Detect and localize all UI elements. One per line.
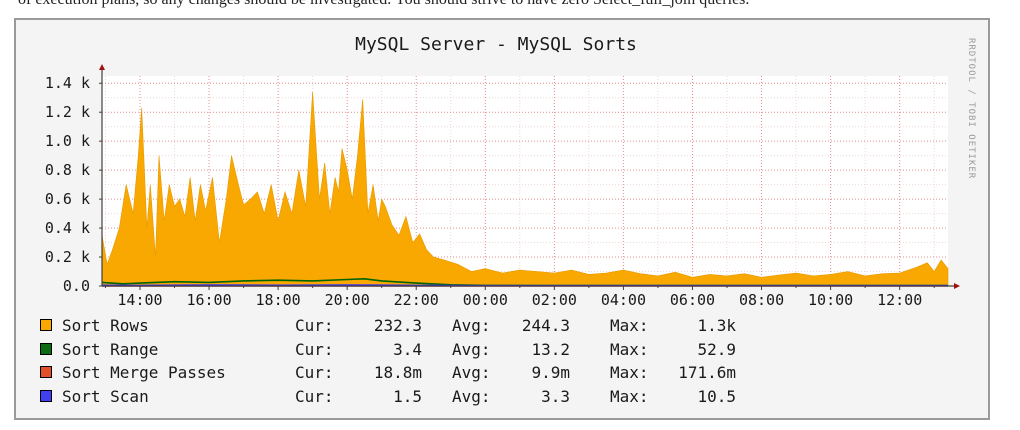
page-body-text: of execution plans, so any changes shoul… (18, 0, 1008, 9)
legend-max-val: 171.6m (678, 363, 736, 382)
legend-name: Sort Scan (62, 386, 149, 406)
y-tick-label: 0.6 k (45, 190, 90, 208)
x-tick-label: 06:00 (670, 291, 715, 309)
legend-max-val: 1.3k (697, 316, 736, 335)
legend-avg-val: 13.2 (531, 339, 570, 359)
chart-frame: MySQL Server - MySQL Sorts RRDTOOL / TOB… (14, 18, 990, 420)
y-tick-label: 0.0 (63, 277, 90, 295)
legend-name: Sort Rows (62, 316, 149, 335)
legend-swatch (40, 366, 52, 378)
legend-max-val: 52.9 (697, 339, 736, 359)
legend-max-val: 10.5 (697, 386, 736, 406)
x-tick-label: 20:00 (325, 291, 370, 309)
chart-plot: 14:00 16:00 18:00 20:00 22:00 00:00 02:00 04:00… (45, 64, 960, 309)
legend-cur-val: 18.8m (373, 363, 422, 382)
legend-swatch (40, 319, 52, 331)
legend-max-label: Max: (610, 363, 649, 382)
y-tick-label: 0.4 k (45, 219, 90, 237)
x-tick-label: 08:00 (739, 291, 784, 309)
x-tick-label: 18:00 (256, 291, 301, 309)
legend-avg-val: 244.3 (521, 316, 570, 335)
y-tick-label: 1.4 k (45, 74, 90, 92)
x-tick-label: 10:00 (808, 291, 853, 309)
legend-max-label: Max: (610, 316, 649, 335)
x-tick-label: 12:00 (877, 291, 922, 309)
legend-avg-label: Avg: (452, 363, 491, 382)
x-axis-arrow (954, 283, 960, 289)
legend-cur-label: Cur: (295, 386, 334, 406)
legend-max-label: Max: (610, 386, 649, 406)
legend-swatch (40, 389, 52, 402)
legend-max-label: Max: (610, 339, 649, 359)
x-tick-label: 04:00 (601, 291, 646, 309)
legend-avg-label: Avg: (452, 316, 491, 335)
legend-cur-label: Cur: (295, 316, 334, 335)
legend-avg-val: 9.9m (531, 363, 570, 382)
x-tick-label: 16:00 (186, 291, 231, 309)
legend-swatch (40, 342, 52, 355)
y-tick-label: 0.2 k (45, 248, 90, 266)
x-tick-label: 22:00 (394, 291, 439, 309)
legend-avg-label: Avg: (452, 339, 491, 359)
legend-cur-val: 232.3 (373, 316, 422, 335)
x-tick-label: 02:00 (532, 291, 577, 309)
y-axis-arrow (99, 64, 105, 70)
legend-cur-label: Cur: (295, 363, 334, 382)
legend-avg-val: 3.3 (541, 386, 570, 406)
legend-cur-val: 3.4 (393, 339, 422, 359)
y-tick-label: 1.2 k (45, 103, 90, 121)
y-tick-label: 1.0 k (45, 132, 90, 150)
x-tick-label: 14:00 (117, 291, 162, 309)
legend-avg-label: Avg: (452, 386, 491, 406)
legend-name: Sort Range (62, 339, 159, 359)
legend-cur-val: 1.5 (393, 386, 422, 406)
legend-name: Sort Merge Passes (62, 363, 226, 382)
x-tick-label: 00:00 (463, 291, 508, 309)
y-tick-label: 0.8 k (45, 161, 90, 179)
legend-cur-label: Cur: (295, 339, 334, 359)
